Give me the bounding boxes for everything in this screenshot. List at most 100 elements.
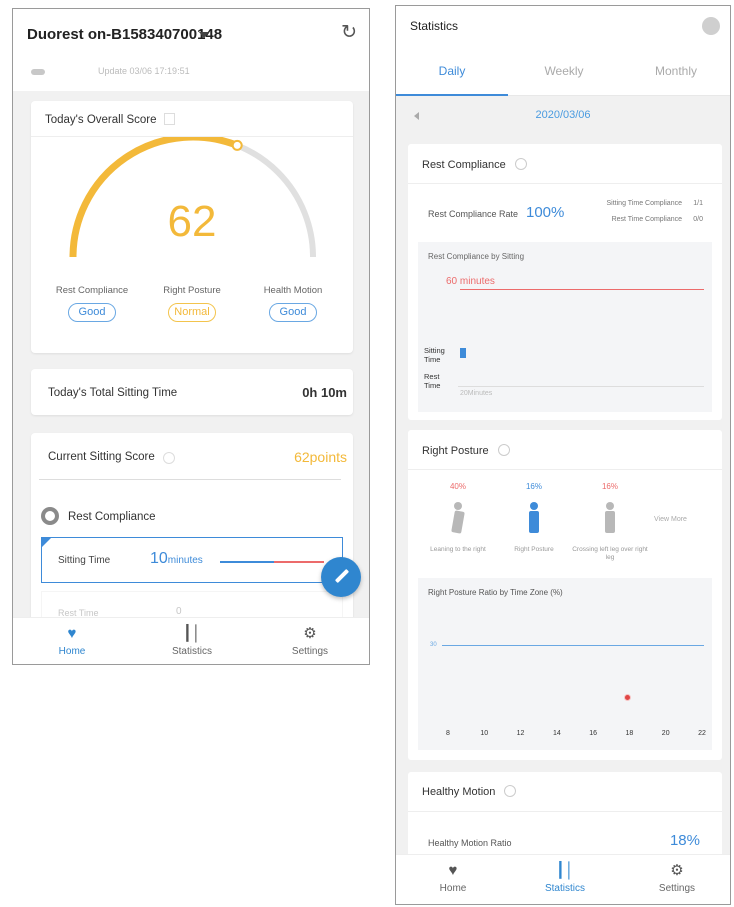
x-tick-label: 8: [446, 730, 450, 737]
x-tick-label: 20: [661, 730, 670, 737]
bottom-tabbar: ♥ Home ┃│ Statistics ⚙ Settings: [396, 854, 730, 904]
share-icon[interactable]: [702, 17, 720, 35]
tab-daily[interactable]: Daily: [396, 64, 508, 78]
healthy-motion-header: Healthy Motion: [408, 772, 722, 812]
rest-compliance-header: Rest Compliance: [408, 144, 722, 184]
gauge-knob: [231, 139, 243, 151]
current-score-value: 62points: [294, 449, 347, 465]
rest-compliance-badge: Good: [68, 303, 116, 322]
sitting-time-compliance-value: 1/1: [693, 200, 703, 207]
figure-head: [454, 502, 462, 510]
sitting-time-compliance-label: Sitting Time Compliance: [606, 200, 682, 207]
battery-icon: [31, 69, 45, 75]
total-sitting-value: 0h 10m: [302, 385, 347, 400]
device-title[interactable]: Duorest on-B158340700148: [27, 26, 222, 43]
sitting-row-label: Sitting Time: [424, 346, 445, 364]
figure-head: [530, 502, 538, 510]
limit-label: 60 minutes: [446, 276, 495, 287]
active-corner-marker: [42, 538, 51, 547]
compliance-rate-label: Rest Compliance Rate: [428, 209, 519, 219]
view-more-link[interactable]: View More: [654, 516, 687, 523]
gear-icon: ⚙: [670, 862, 684, 879]
rest-time-value: 0: [176, 606, 182, 617]
current-score-label: Current Sitting Score: [48, 451, 155, 463]
figure-body: [529, 511, 539, 533]
reference-line: [442, 645, 704, 646]
rest-by-sitting-chart: Rest Compliance by Sitting 60 minutes Si…: [418, 242, 712, 412]
update-time: Update 03/06 17:19:51: [98, 66, 190, 76]
posture-ratio-chart: Right Posture Ratio by Time Zone (%) 30 …: [418, 578, 712, 750]
healthy-motion-ratio-value: 18%: [669, 832, 700, 849]
tab-home[interactable]: ♥ Home: [17, 618, 127, 658]
rest-row-label: Rest Time: [424, 372, 441, 390]
leaning-right-icon[interactable]: [428, 502, 488, 536]
posture-pct-right: 16%: [525, 482, 542, 491]
tab-settings[interactable]: ⚙ Settings: [622, 855, 730, 895]
x-axis: [458, 386, 704, 387]
rest-by-sitting-title: Rest Compliance by Sitting: [428, 252, 525, 261]
figure-body: [451, 510, 465, 534]
edit-button[interactable]: [321, 557, 361, 597]
sitting-bar: [460, 348, 466, 358]
info-icon[interactable]: [497, 444, 510, 456]
current-score-card: Current Sitting Score 62points Rest Comp…: [31, 433, 353, 643]
home-screen: Duorest on-B158340700148 ↻ Update 03/06 …: [12, 8, 370, 665]
overall-score-title: Today's Overall Score: [45, 114, 157, 126]
level-label-health-motion: Health Motion: [263, 285, 323, 296]
right-posture-title: Right Posture: [422, 445, 489, 457]
compliance-rate-value: 100%: [526, 204, 565, 221]
date-selector: 2020/03/06: [396, 98, 730, 134]
x-tick-label: 12: [516, 730, 525, 737]
level-label-right-posture: Right Posture: [163, 285, 221, 296]
info-icon[interactable]: [163, 113, 175, 125]
x-tick-label: 18: [625, 730, 634, 737]
tab-home-label: Home: [439, 883, 467, 894]
tab-monthly[interactable]: Monthly: [620, 64, 730, 78]
info-icon[interactable]: [514, 158, 527, 170]
period-tabs: Daily Weekly Monthly: [396, 50, 730, 96]
tab-weekly[interactable]: Weekly: [508, 64, 620, 78]
overall-score-header: Today's Overall Score: [31, 101, 353, 137]
gear-icon: ⚙: [303, 625, 317, 642]
x-tick-label: 14: [552, 730, 561, 737]
posture-label-right: Right Posture: [514, 546, 554, 553]
total-sitting-label: Today's Total Sitting Time: [48, 387, 178, 399]
tab-statistics[interactable]: ┃│ Statistics: [510, 855, 620, 895]
tab-home-label: Home: [58, 646, 86, 657]
limit-line: [460, 289, 704, 290]
selected-date[interactable]: 2020/03/06: [396, 109, 730, 121]
sitting-time-value: 10minutes: [150, 550, 203, 568]
refresh-icon[interactable]: ↻: [341, 23, 357, 42]
right-posture-icon[interactable]: [504, 502, 564, 536]
right-posture-header: Right Posture: [408, 430, 722, 470]
posture-pct-leaning: 40%: [449, 482, 466, 491]
sitting-time-number: 10: [150, 550, 168, 567]
data-point[interactable]: [624, 694, 632, 701]
rest-compliance-card: Rest Compliance Rest Compliance Rate 100…: [408, 144, 722, 420]
tab-home[interactable]: ♥ Home: [398, 855, 508, 895]
posture-label-leaning: Leaning to the right: [430, 546, 486, 553]
tab-statistics-label: Statistics: [544, 883, 585, 894]
tab-settings[interactable]: ⚙ Settings: [255, 618, 365, 658]
info-icon[interactable]: [504, 785, 517, 797]
right-posture-badge: Normal: [168, 303, 216, 322]
bar-chart-icon: ┃│: [182, 625, 202, 642]
tab-statistics-label: Statistics: [171, 646, 212, 657]
info-icon[interactable]: [163, 452, 175, 464]
x-tick-label: 16: [589, 730, 598, 737]
bar-chart-icon: ┃│: [555, 862, 575, 879]
level-label-rest-compliance: Rest Compliance: [55, 285, 129, 296]
x-tick-label: 10: [480, 730, 489, 737]
tab-statistics[interactable]: ┃│ Statistics: [137, 618, 247, 658]
sitting-time-row[interactable]: Sitting Time 10minutes: [41, 537, 343, 583]
x-axis-label: 20Minutes: [460, 390, 493, 397]
total-sitting-card[interactable]: Today's Total Sitting Time 0h 10m: [31, 369, 353, 415]
chevron-down-icon[interactable]: [199, 32, 209, 38]
heart-icon: ♥: [67, 625, 77, 642]
right-posture-card: Right Posture 40% Leaning to the right 1…: [408, 430, 722, 760]
pencil-icon: [334, 568, 350, 584]
sitting-time-label: Sitting Time: [58, 555, 111, 566]
figure-body: [605, 511, 615, 533]
x-tick-label: 22: [698, 730, 706, 737]
crossing-leg-icon[interactable]: [580, 502, 640, 536]
